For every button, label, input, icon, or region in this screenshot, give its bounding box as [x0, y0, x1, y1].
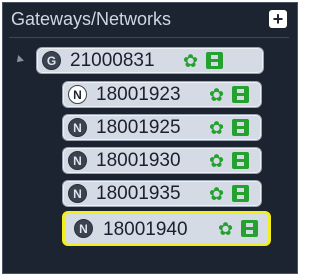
gear-icon[interactable]: ✿ [207, 119, 226, 138]
header-divider [9, 37, 289, 38]
network-badge-icon: N [74, 219, 93, 238]
gear-icon[interactable]: ✿ [207, 185, 226, 204]
expand-arrow-icon[interactable] [14, 55, 24, 65]
network-badge-icon: N [68, 118, 87, 137]
gateway-badge-icon: G [42, 51, 61, 70]
gear-icon[interactable]: ✿ [207, 152, 226, 171]
save-icon[interactable] [232, 119, 249, 136]
add-button[interactable]: + [269, 10, 287, 28]
plus-icon: + [272, 8, 284, 29]
gear-icon[interactable]: ✿ [216, 220, 235, 239]
tree-node-network[interactable]: N 18001935 ✿ [62, 180, 262, 207]
tree-node-network[interactable]: N 18001930 ✿ [62, 147, 262, 174]
gear-icon[interactable]: ✿ [181, 52, 200, 71]
tree-node-gateway[interactable]: G 21000831 ✿ [36, 47, 264, 74]
gateway-label: 21000831 [70, 50, 155, 71]
tree-node-network-selected[interactable]: N 18001940 ✿ [62, 211, 271, 246]
network-badge-icon: N [68, 184, 87, 203]
network-label: 18001935 [96, 183, 181, 204]
network-label: 18001923 [96, 84, 181, 105]
gateways-networks-panel: Gateways/Networks + G 21000831 ✿ N 18001… [2, 2, 298, 274]
network-badge-icon: N [68, 85, 87, 104]
save-icon[interactable] [241, 220, 258, 237]
network-label: 18001925 [96, 117, 181, 138]
network-label: 18001940 [103, 219, 188, 240]
tree-node-network[interactable]: N 18001925 ✿ [62, 114, 262, 141]
gear-icon[interactable]: ✿ [207, 86, 226, 105]
tree-node-network[interactable]: N 18001923 ✿ [62, 81, 262, 108]
panel-title: Gateways/Networks [11, 9, 172, 29]
save-icon[interactable] [232, 86, 249, 103]
save-icon[interactable] [206, 52, 223, 69]
save-icon[interactable] [232, 185, 249, 202]
network-label: 18001930 [96, 150, 181, 171]
save-icon[interactable] [232, 152, 249, 169]
network-badge-icon: N [68, 151, 87, 170]
